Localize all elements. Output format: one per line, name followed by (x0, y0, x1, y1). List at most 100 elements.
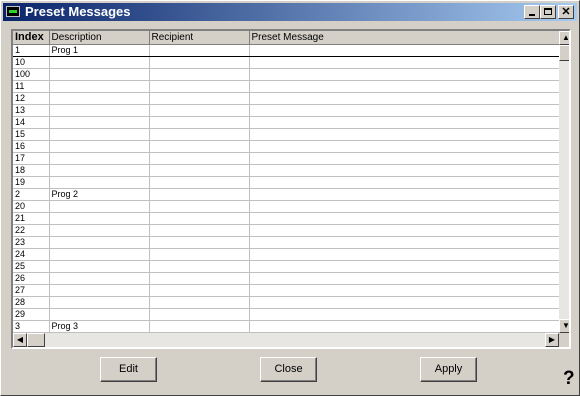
cell-preset-message[interactable] (249, 200, 559, 213)
title-bar[interactable]: Preset Messages ✕ (3, 3, 577, 21)
cell-recipient[interactable] (149, 92, 250, 105)
table-row[interactable]: 10 (13, 56, 559, 69)
scroll-right-button[interactable]: ▶ (545, 333, 559, 347)
cell-recipient[interactable] (149, 320, 250, 333)
cell-index[interactable]: 27 (13, 284, 50, 297)
horizontal-scrollbar[interactable]: ◀ ▶ (13, 333, 559, 347)
cell-description[interactable] (49, 68, 150, 81)
table-row[interactable]: 15 (13, 128, 559, 141)
cell-recipient[interactable] (149, 80, 250, 93)
cell-preset-message[interactable] (249, 284, 559, 297)
cell-preset-message[interactable] (249, 68, 559, 81)
cell-recipient[interactable] (149, 308, 250, 321)
cell-preset-message[interactable] (249, 116, 559, 129)
cell-description[interactable] (49, 140, 150, 153)
cell-recipient[interactable] (149, 116, 250, 129)
cell-index[interactable]: 17 (13, 152, 50, 165)
cell-index[interactable]: 22 (13, 224, 50, 237)
cell-recipient[interactable] (149, 43, 250, 57)
table-row[interactable]: 17 (13, 152, 559, 165)
cell-recipient[interactable] (149, 212, 250, 225)
cell-description[interactable]: Prog 2 (49, 188, 150, 201)
cell-preset-message[interactable] (249, 260, 559, 273)
cell-index[interactable]: 11 (13, 80, 50, 93)
table-row[interactable]: 25 (13, 260, 559, 273)
cell-preset-message[interactable] (249, 308, 559, 321)
cell-preset-message[interactable] (249, 272, 559, 285)
cell-description[interactable] (49, 92, 150, 105)
cell-recipient[interactable] (149, 248, 250, 261)
cell-preset-message[interactable] (249, 320, 559, 333)
cell-index[interactable]: 15 (13, 128, 50, 141)
scroll-down-button[interactable]: ▼ (559, 319, 569, 333)
cell-preset-message[interactable] (249, 128, 559, 141)
cell-index[interactable]: 18 (13, 164, 50, 177)
cell-index[interactable]: 3 (13, 320, 50, 333)
column-header-description[interactable]: Description (49, 31, 150, 45)
table-row[interactable]: 27 (13, 284, 559, 297)
cell-description[interactable] (49, 128, 150, 141)
scroll-up-button[interactable]: ▲ (559, 31, 569, 45)
cell-preset-message[interactable] (249, 43, 559, 57)
cell-preset-message[interactable] (249, 92, 559, 105)
vertical-scrollbar[interactable]: ▲ ▼ (559, 31, 569, 333)
cell-description[interactable] (49, 164, 150, 177)
scroll-left-button[interactable]: ◀ (13, 333, 27, 347)
cell-preset-message[interactable] (249, 236, 559, 249)
cell-description[interactable] (49, 116, 150, 129)
cell-recipient[interactable] (149, 272, 250, 285)
table-row[interactable]: 28 (13, 296, 559, 309)
cell-recipient[interactable] (149, 260, 250, 273)
table-row[interactable]: 11 (13, 80, 559, 93)
cell-recipient[interactable] (149, 104, 250, 117)
table-row[interactable]: 100 (13, 68, 559, 81)
table-row[interactable]: 19 (13, 176, 559, 189)
cell-preset-message[interactable] (249, 152, 559, 165)
cell-description[interactable] (49, 296, 150, 309)
cell-preset-message[interactable] (249, 212, 559, 225)
cell-preset-message[interactable] (249, 140, 559, 153)
cell-index[interactable]: 21 (13, 212, 50, 225)
cell-index[interactable]: 26 (13, 272, 50, 285)
cell-recipient[interactable] (149, 56, 250, 69)
cell-description[interactable] (49, 152, 150, 165)
cell-index[interactable]: 23 (13, 236, 50, 249)
cell-index[interactable]: 13 (13, 104, 50, 117)
cell-preset-message[interactable] (249, 56, 559, 69)
cell-description[interactable]: Prog 3 (49, 320, 150, 333)
cell-recipient[interactable] (149, 128, 250, 141)
table-row[interactable]: 23 (13, 236, 559, 249)
cell-description[interactable] (49, 224, 150, 237)
cell-index[interactable]: 24 (13, 248, 50, 261)
table-row[interactable]: 24 (13, 248, 559, 261)
table-row[interactable]: 3 Prog 3 (13, 320, 559, 333)
cell-index[interactable]: 19 (13, 176, 50, 189)
cell-preset-message[interactable] (249, 296, 559, 309)
cell-recipient[interactable] (149, 140, 250, 153)
vertical-scroll-thumb[interactable] (559, 45, 569, 61)
apply-button[interactable]: Apply (420, 357, 477, 382)
cell-preset-message[interactable] (249, 80, 559, 93)
cell-description[interactable] (49, 56, 150, 69)
cell-index[interactable]: 14 (13, 116, 50, 129)
cell-index[interactable]: 20 (13, 200, 50, 213)
cell-recipient[interactable] (149, 164, 250, 177)
cell-description[interactable] (49, 236, 150, 249)
cell-description[interactable] (49, 176, 150, 189)
cell-description[interactable] (49, 80, 150, 93)
cell-recipient[interactable] (149, 188, 250, 201)
terminal-icon[interactable] (6, 6, 20, 17)
cell-recipient[interactable] (149, 284, 250, 297)
cell-description[interactable] (49, 212, 150, 225)
edit-button[interactable]: Edit (100, 357, 157, 382)
table-row[interactable]: 14 (13, 116, 559, 129)
cell-preset-message[interactable] (249, 104, 559, 117)
cell-description[interactable] (49, 248, 150, 261)
cell-index[interactable]: 2 (13, 188, 50, 201)
cell-index[interactable]: 100 (13, 68, 50, 81)
cell-index[interactable]: 16 (13, 140, 50, 153)
table-row[interactable]: 1 Prog 1 (13, 43, 559, 57)
column-header-preset-message[interactable]: Preset Message (249, 31, 559, 45)
table-row[interactable]: 29 (13, 308, 559, 321)
cell-description[interactable] (49, 272, 150, 285)
